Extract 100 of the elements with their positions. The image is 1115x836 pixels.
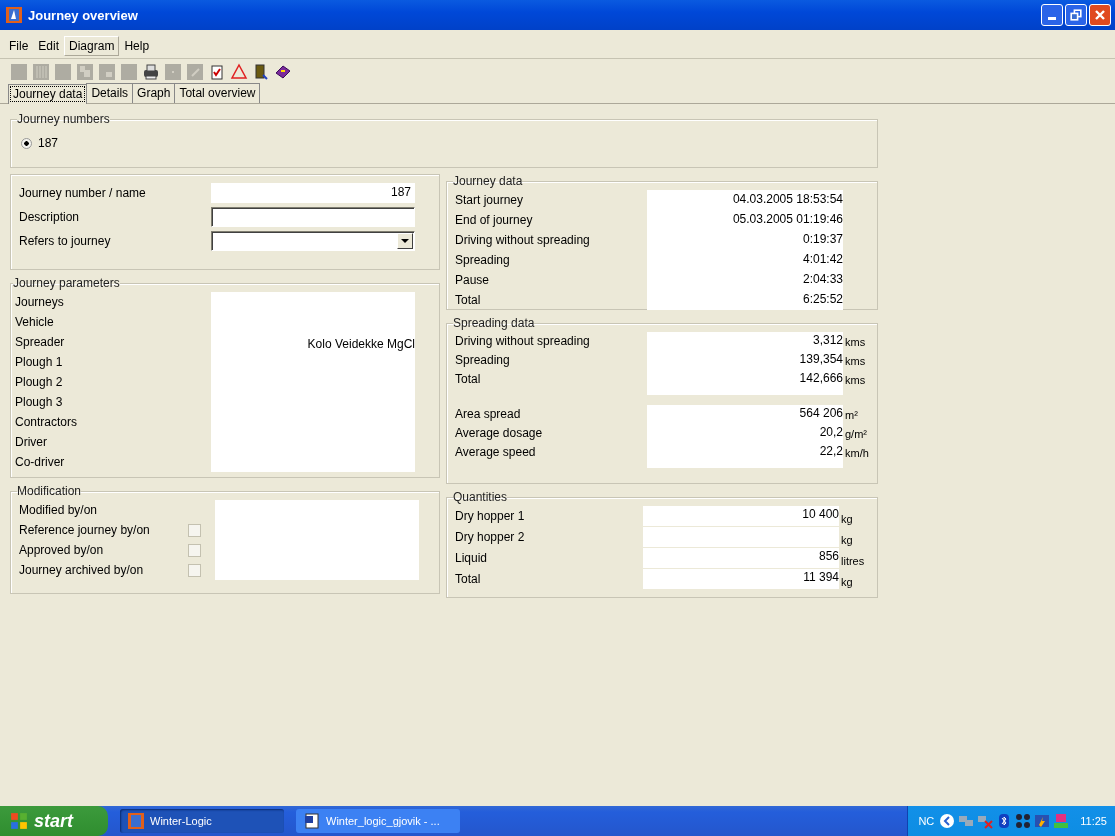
restore-button[interactable]	[1065, 4, 1087, 26]
group-title: Quantities	[453, 490, 508, 504]
dots-icon[interactable]	[1015, 813, 1032, 829]
field-label: Vehicle	[15, 314, 55, 331]
field-label: Description	[19, 210, 81, 224]
field-label: Start journey	[455, 192, 525, 209]
unit-label: m²	[845, 408, 859, 423]
field-label: Refers to journey	[19, 234, 112, 248]
taskbar-button[interactable]: Winter-Logic	[120, 809, 284, 833]
field-label: Pause	[455, 272, 491, 289]
sync-icon[interactable]	[1034, 813, 1051, 829]
description-field[interactable]	[211, 207, 415, 227]
field-label: Spreader	[15, 334, 66, 351]
field-value: 2:04:33	[801, 271, 843, 288]
field-value: 0:19:37	[801, 231, 843, 248]
field-label: Driver	[15, 434, 48, 451]
tab[interactable]: Graph	[132, 83, 176, 103]
unit-label: litres	[840, 554, 865, 568]
minimize-icon	[1048, 17, 1056, 20]
restore-icon	[1068, 7, 1084, 23]
unit-label: kms	[845, 373, 866, 388]
tab[interactable]: Journey data	[8, 84, 88, 104]
field-value: 4:01:42	[801, 251, 843, 268]
unit-label: kg	[840, 533, 853, 547]
field-value: 142,666	[798, 370, 843, 387]
field-value: Kolo Veidekke MgCl	[307, 336, 415, 351]
app-icon	[6, 7, 22, 23]
field-label: Dry hopper 2	[455, 529, 526, 546]
checkbox[interactable]	[188, 563, 201, 577]
menu-item[interactable]: Diagram	[64, 36, 120, 56]
field-label: Total	[455, 292, 482, 309]
tab[interactable]: Total overview	[174, 83, 261, 103]
field-label: Approved by/on	[19, 543, 104, 557]
triangle-icon[interactable]	[230, 63, 248, 81]
field-label: Average dosage	[455, 425, 544, 442]
field-label: Driving without spreading	[455, 333, 591, 350]
field-label: Reference journey by/on	[19, 523, 150, 537]
window-title: Journey overview	[28, 7, 139, 23]
field-label: Journey number / name	[19, 186, 147, 200]
field-label: Spreading	[455, 252, 511, 269]
field-value: 139,354	[798, 351, 843, 368]
checklist-icon[interactable]	[208, 63, 226, 81]
field-label: End of journey	[455, 212, 534, 229]
field-value: 20,2	[818, 424, 843, 441]
field-label: Spreading	[455, 352, 511, 369]
field-label: Total	[455, 571, 482, 588]
menu-item[interactable]: Help	[119, 36, 155, 56]
checkbox[interactable]	[188, 543, 201, 557]
field-value: 3,312	[811, 332, 843, 349]
door-icon[interactable]	[252, 63, 270, 81]
unit-label: g/m²	[845, 427, 868, 442]
menu-item[interactable]: Edit	[33, 36, 65, 56]
book-icon[interactable]	[274, 63, 292, 81]
field-value: 05.03.2005 01:19:46	[731, 211, 843, 228]
windows-flag-icon	[10, 812, 28, 830]
field-label: Plough 3	[15, 394, 64, 411]
field-label: Total	[455, 371, 482, 388]
field-label: Co-driver	[15, 454, 66, 471]
field-value: 856	[818, 549, 839, 563]
unit-label: kms	[845, 335, 866, 350]
printer-icon[interactable]	[142, 63, 160, 81]
field-label: Driving without spreading	[455, 232, 591, 249]
group-title: Journey numbers	[17, 112, 110, 126]
field-label: Contractors	[15, 414, 79, 431]
field-label: Journeys	[15, 294, 65, 311]
radio-option[interactable]: 187	[21, 136, 869, 150]
field-label: Plough 2	[15, 374, 64, 391]
field-label: Average speed	[455, 444, 537, 461]
group-title: Spreading data	[453, 316, 535, 330]
unit-label: kms	[845, 354, 866, 369]
checkbox[interactable]	[188, 523, 201, 537]
field-label: Dry hopper 1	[455, 508, 526, 525]
field-label: Area spread	[455, 406, 522, 423]
start-button[interactable]: start	[0, 806, 108, 836]
journey-dropdown[interactable]	[211, 231, 415, 251]
field-label: Modified by/on	[19, 503, 98, 517]
clock: 11:25	[1080, 815, 1107, 827]
tray-label: NC	[918, 815, 935, 827]
app-icon	[128, 813, 144, 829]
group-title: Journey data	[453, 174, 523, 188]
document-icon	[304, 813, 320, 829]
group-title: Journey parameters	[13, 276, 120, 290]
close-button[interactable]	[1089, 4, 1111, 26]
unit-label: kg	[840, 512, 853, 526]
field-value: 04.03.2005 18:53:54	[731, 191, 843, 208]
field-value: 11 394	[803, 570, 839, 584]
field-value: 22,2	[818, 443, 843, 460]
number-field[interactable]: 187	[211, 183, 415, 203]
field-label: Journey archived by/on	[19, 563, 144, 577]
radio-button[interactable]	[21, 137, 32, 149]
group-title: Modification	[17, 484, 82, 498]
field-value: 10 400	[802, 507, 839, 521]
field-value: 564 206	[798, 405, 843, 422]
minimize-button[interactable]	[1041, 4, 1063, 26]
radio-label: 187	[38, 136, 59, 150]
taskbar-button[interactable]: Winter_logic_gjovik - ...	[296, 809, 460, 833]
collapse-icon[interactable]	[939, 813, 956, 829]
menu-item[interactable]: File	[4, 36, 34, 56]
field-label: Liquid	[455, 550, 489, 567]
field-value: 6:25:52	[801, 291, 843, 308]
